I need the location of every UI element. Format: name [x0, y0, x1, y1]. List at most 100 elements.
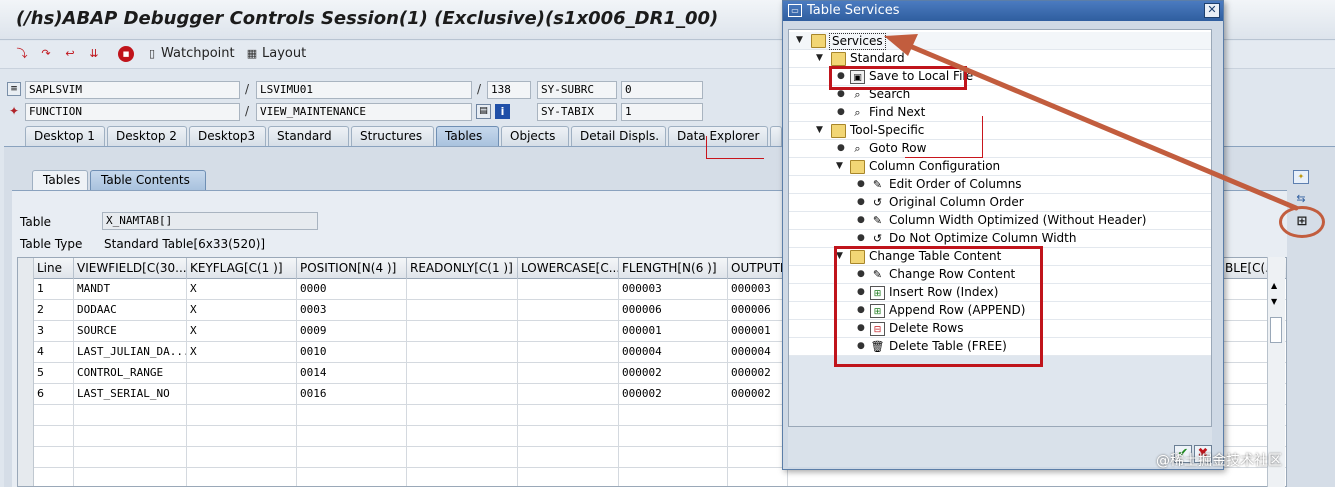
cell-keyflag[interactable]: X: [187, 321, 297, 342]
cell-readonly[interactable]: [407, 426, 518, 447]
cell-readonly[interactable]: [407, 468, 518, 486]
row-selector[interactable]: [18, 384, 34, 405]
cell-flength[interactable]: 000001: [619, 321, 728, 342]
swap-icon[interactable]: ⇆: [1293, 192, 1309, 206]
cell-lowercase[interactable]: [518, 447, 619, 468]
cell-lowercase[interactable]: [518, 468, 619, 486]
cell-lowercase[interactable]: [518, 384, 619, 405]
cell-lowercase[interactable]: [518, 363, 619, 384]
cell-line[interactable]: 4: [34, 342, 74, 363]
cell-flength[interactable]: 000002: [619, 363, 728, 384]
cell-readonly[interactable]: [407, 405, 518, 426]
expand-icon[interactable]: ▼: [816, 50, 823, 67]
tree-item-goto-row[interactable]: ● ⌕ Goto Row: [789, 140, 1211, 158]
cell-keyflag[interactable]: [187, 405, 297, 426]
cell-flength[interactable]: 000002: [619, 384, 728, 405]
step-into-icon[interactable]: ⤵: [14, 46, 30, 62]
cell-outputlen[interactable]: 000004: [728, 342, 788, 363]
cell-outputlen[interactable]: [728, 426, 788, 447]
row-selector[interactable]: [18, 447, 34, 468]
cell-lowercase[interactable]: [518, 279, 619, 300]
continue-icon[interactable]: ⇊: [86, 46, 102, 62]
line-field[interactable]: 138: [487, 81, 531, 99]
column-header-last[interactable]: BLE[C(...: [1221, 258, 1269, 279]
watchpoint-button[interactable]: Watchpoint: [161, 46, 235, 61]
cell-flength[interactable]: 000004: [619, 342, 728, 363]
column-header-keyflag[interactable]: KEYFLAG[C(1 )]: [187, 258, 297, 279]
navigate-icon[interactable]: ▤: [476, 104, 491, 119]
cell-flength[interactable]: [619, 405, 728, 426]
cell-keyflag[interactable]: X: [187, 342, 297, 363]
cell-flength[interactable]: [619, 447, 728, 468]
row-selector[interactable]: [18, 342, 34, 363]
cell-lowercase[interactable]: [518, 300, 619, 321]
column-header-outputlen[interactable]: OUTPUTL: [728, 258, 788, 279]
cell-keyflag[interactable]: [187, 468, 297, 486]
tree-item-edit-order[interactable]: ● ✎ Edit Order of Columns: [789, 176, 1211, 194]
cell-position[interactable]: 0003: [297, 300, 407, 321]
tree-node-services[interactable]: ▼ Services: [789, 32, 1211, 50]
sy-subrc-value[interactable]: 0: [621, 81, 703, 99]
sy-tabix-value[interactable]: 1: [621, 103, 703, 121]
cell-viewfield[interactable]: DODAAC: [74, 300, 187, 321]
cell-outputlen[interactable]: 000002: [728, 363, 788, 384]
cell-readonly[interactable]: [407, 342, 518, 363]
cell-readonly[interactable]: [407, 384, 518, 405]
tab-data-explorer[interactable]: Data Explorer: [668, 126, 768, 146]
expand-icon[interactable]: ▼: [836, 158, 843, 175]
scroll-thumb[interactable]: [1270, 317, 1282, 343]
cell-position[interactable]: 0009: [297, 321, 407, 342]
scroll-down-icon[interactable]: ▼: [1271, 297, 1277, 306]
cell-position[interactable]: 0014: [297, 363, 407, 384]
table-name-field[interactable]: X_NAMTAB[]: [102, 212, 318, 230]
cell-flength[interactable]: [619, 426, 728, 447]
tab-desktop3[interactable]: Desktop3: [189, 126, 266, 146]
cell-outputlen[interactable]: 000006: [728, 300, 788, 321]
column-header-line[interactable]: Line: [34, 258, 74, 279]
expand-icon[interactable]: ▼: [796, 32, 803, 49]
row-selector[interactable]: [18, 279, 34, 300]
cell-readonly[interactable]: [407, 300, 518, 321]
function-name-field[interactable]: VIEW_MAINTENANCE: [256, 103, 472, 121]
cell-line[interactable]: [34, 405, 74, 426]
cell-keyflag[interactable]: X: [187, 279, 297, 300]
row-selector[interactable]: [18, 363, 34, 384]
column-header-flength[interactable]: FLENGTH[N(6 )]: [619, 258, 728, 279]
cell-outputlen[interactable]: 000002: [728, 384, 788, 405]
cell-keyflag[interactable]: [187, 426, 297, 447]
cell-viewfield[interactable]: CONTROL_RANGE: [74, 363, 187, 384]
cell-lowercase[interactable]: [518, 342, 619, 363]
tab-standard[interactable]: Standard: [268, 126, 349, 146]
subtab-table-contents[interactable]: Table Contents: [90, 170, 206, 190]
cell-flength[interactable]: 000003: [619, 279, 728, 300]
type-field[interactable]: FUNCTION: [25, 103, 240, 121]
cell-line[interactable]: 3: [34, 321, 74, 342]
table-row[interactable]: [18, 468, 1286, 486]
tab-desktop-2[interactable]: Desktop 2: [107, 126, 187, 146]
step-over-icon[interactable]: ↷: [38, 46, 54, 62]
cell-line[interactable]: 6: [34, 384, 74, 405]
row-selector[interactable]: [18, 300, 34, 321]
include-field[interactable]: LSVIMU01: [256, 81, 472, 99]
cell-flength[interactable]: 000006: [619, 300, 728, 321]
subtab-tables[interactable]: Tables: [32, 170, 88, 190]
new-window-icon[interactable]: ✦: [1293, 170, 1309, 184]
cell-viewfield[interactable]: [74, 468, 187, 486]
tab-detail-displs[interactable]: Detail Displs.: [571, 126, 666, 146]
tree-item-find-next[interactable]: ● ⌕ Find Next: [789, 104, 1211, 122]
cell-readonly[interactable]: [407, 279, 518, 300]
cell-lowercase[interactable]: [518, 321, 619, 342]
cell-position[interactable]: 0016: [297, 384, 407, 405]
cell-viewfield[interactable]: [74, 447, 187, 468]
cell-readonly[interactable]: [407, 321, 518, 342]
cell-viewfield[interactable]: MANDT: [74, 279, 187, 300]
tab-structures[interactable]: Structures: [351, 126, 434, 146]
scroll-up-icon[interactable]: ▲: [1271, 281, 1277, 290]
select-all-cell[interactable]: [18, 258, 34, 279]
cell-position[interactable]: 0000: [297, 279, 407, 300]
cell-outputlen[interactable]: [728, 447, 788, 468]
cell-outputlen[interactable]: 000001: [728, 321, 788, 342]
tree-item-original-order[interactable]: ● ↺ Original Column Order: [789, 194, 1211, 212]
cell-keyflag[interactable]: [187, 447, 297, 468]
expand-icon[interactable]: ▼: [816, 122, 823, 139]
